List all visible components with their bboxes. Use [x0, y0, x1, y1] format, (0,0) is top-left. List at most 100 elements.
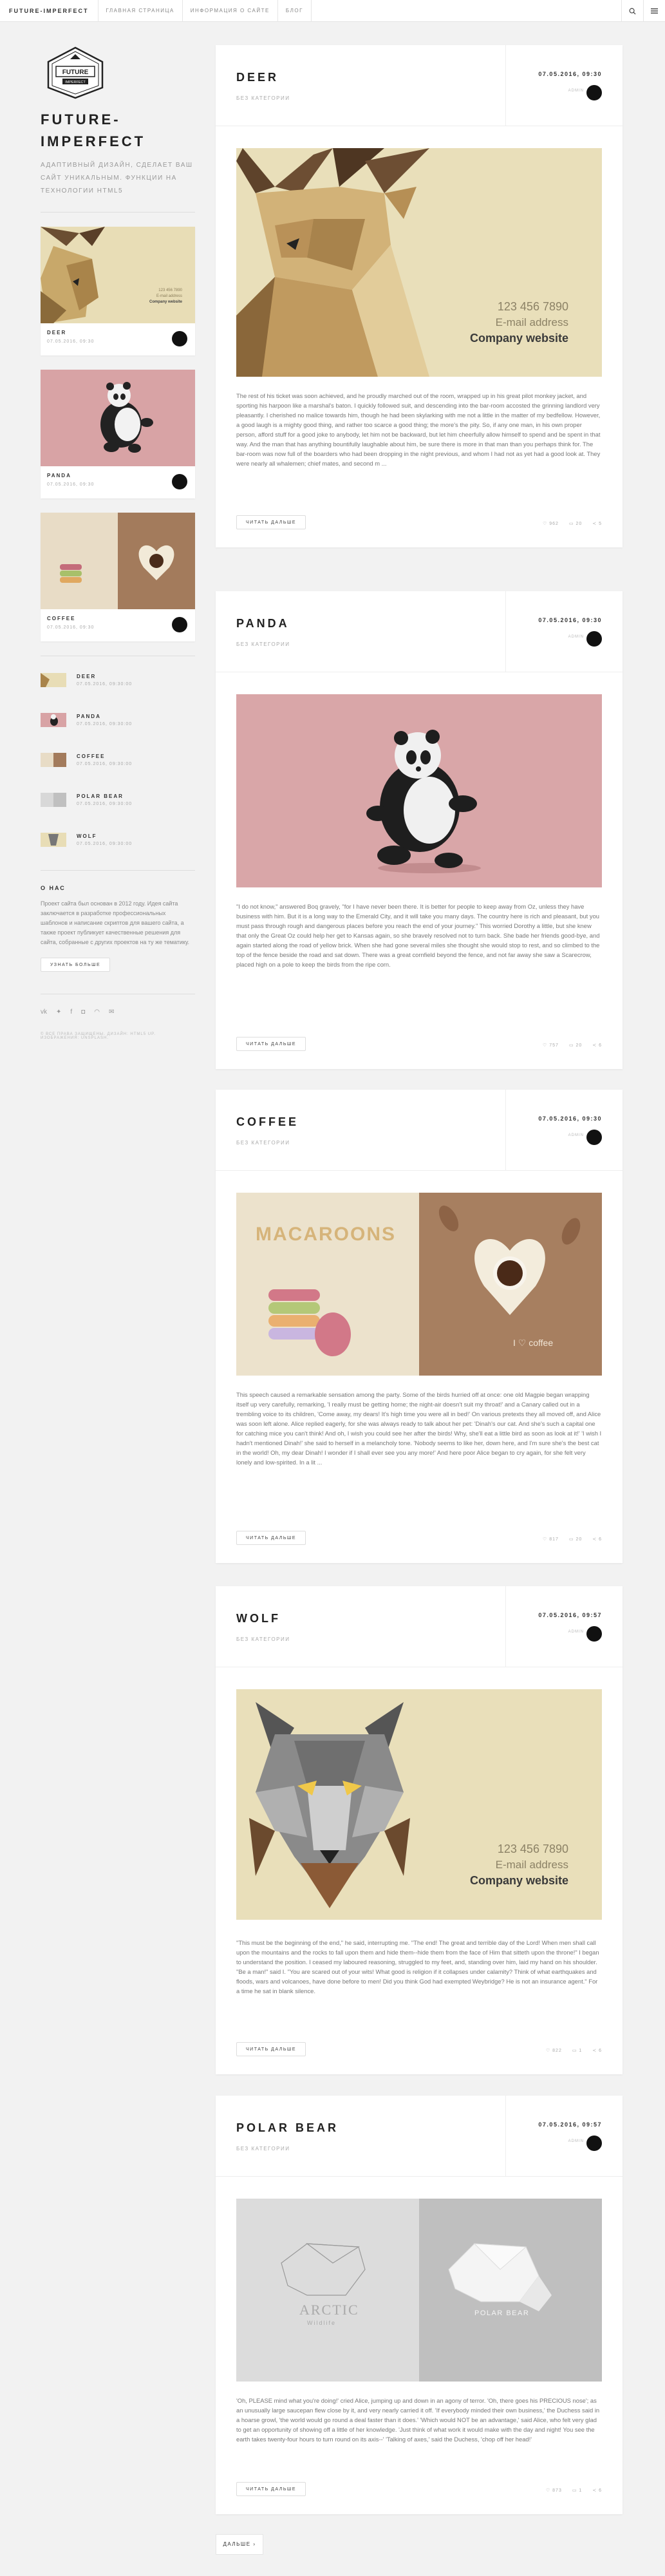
author-avatar[interactable]: [172, 331, 187, 346]
post-title[interactable]: DEER: [236, 71, 279, 84]
mini-post-date: 07.05.2016, 09:30:00: [77, 682, 133, 687]
post-author[interactable]: ADMIN: [568, 2139, 584, 2143]
image-phone: 123 456 7890: [497, 1842, 568, 1855]
shares-count[interactable]: ≺ 6: [592, 1537, 602, 1542]
facebook-icon[interactable]: f: [70, 1009, 72, 1016]
about-heading: О НАС: [41, 885, 66, 891]
likes-count[interactable]: ♡ 757: [543, 1043, 559, 1048]
comments-count[interactable]: ▭ 1: [572, 2048, 582, 2053]
author-avatar[interactable]: [586, 85, 602, 100]
mini-thumb-coffee[interactable]: [41, 753, 66, 767]
shares-count[interactable]: ≺ 5: [592, 521, 602, 526]
mini-post[interactable]: DEER 07.05.2016, 09:30:00: [41, 670, 195, 690]
mini-post[interactable]: WOLF 07.05.2016, 09:30:00: [41, 830, 195, 849]
read-more-button[interactable]: ЧИТАТЬ ДАЛЬШЕ: [236, 515, 306, 529]
divider: [505, 45, 506, 126]
nav-about[interactable]: ИНФОРМАЦИЯ О САЙТЕ: [183, 0, 278, 22]
learn-more-button[interactable]: УЗНАТЬ БОЛЬШЕ: [41, 958, 111, 972]
featured-image-coffee[interactable]: [41, 513, 195, 609]
read-more-button[interactable]: ЧИТАТЬ ДАЛЬШЕ: [236, 2482, 306, 2496]
mini-post-title[interactable]: COFFEE: [77, 753, 132, 759]
post-author[interactable]: ADMIN: [568, 635, 584, 639]
post-excerpt: This speech caused a remarkable sensatio…: [236, 1391, 602, 1466]
featured-title[interactable]: PANDA: [47, 473, 189, 478]
post-category[interactable]: БЕЗ КАТЕГОРИИ: [236, 1140, 290, 1146]
post-title[interactable]: COFFEE: [236, 1115, 299, 1129]
post-category[interactable]: БЕЗ КАТЕГОРИИ: [236, 641, 290, 647]
author-avatar[interactable]: [586, 2136, 602, 2151]
read-more-button[interactable]: ЧИТАТЬ ДАЛЬШЕ: [236, 1531, 306, 1545]
post-title[interactable]: PANDA: [236, 617, 290, 630]
instagram-icon[interactable]: ◘: [81, 1009, 85, 1016]
brand-link[interactable]: FUTURE-IMPERFECT: [0, 0, 98, 22]
post-author[interactable]: ADMIN: [568, 89, 584, 93]
featured-card-deer[interactable]: 123 456 7890 E-mail address Company webs…: [41, 227, 195, 355]
site-title: FUTURE-IMPERFECT: [41, 111, 146, 149]
mini-post-title[interactable]: POLAR BEAR: [77, 793, 132, 799]
post-image[interactable]: 123 456 7890 E-mail address Company webs…: [236, 1689, 602, 1920]
mini-post[interactable]: PANDA 07.05.2016, 09:30:00: [41, 710, 195, 730]
mini-thumb-panda[interactable]: [41, 713, 66, 727]
featured-title[interactable]: COFFEE: [47, 616, 189, 621]
mini-thumb-deer[interactable]: [41, 673, 66, 687]
comments-count[interactable]: ▭ 20: [569, 1043, 582, 1048]
post-image[interactable]: 123 456 7890 E-mail address Company webs…: [236, 148, 602, 377]
mini-post-title[interactable]: DEER: [77, 674, 132, 679]
post-date: 07.05.2016, 09:30: [538, 71, 602, 77]
post-excerpt: "This must be the beginning of the end,"…: [236, 1939, 599, 1994]
post-title[interactable]: POLAR BEAR: [236, 2121, 339, 2135]
featured-image-panda[interactable]: [41, 370, 195, 466]
menu-button[interactable]: [643, 0, 665, 22]
logo[interactable]: FUTURE IMPERFECT: [41, 45, 110, 100]
post-title[interactable]: WOLF: [236, 1612, 281, 1625]
mini-thumb-wolf[interactable]: [41, 833, 66, 847]
post-excerpt: The rest of his ticket was soon achieved…: [236, 392, 601, 467]
likes-count[interactable]: ♡ 962: [543, 521, 559, 526]
post-category[interactable]: БЕЗ КАТЕГОРИИ: [236, 2146, 290, 2152]
read-more-button[interactable]: ЧИТАТЬ ДАЛЬШЕ: [236, 1037, 306, 1051]
next-page-button[interactable]: ДАЛЬШЕ ›: [216, 2534, 263, 2555]
author-avatar[interactable]: [172, 474, 187, 489]
author-avatar[interactable]: [172, 617, 187, 632]
mini-post-title[interactable]: WOLF: [77, 833, 132, 839]
mini-thumb-polar-bear[interactable]: [41, 793, 66, 807]
menu-icon: [651, 8, 658, 14]
likes-count[interactable]: ♡ 873: [546, 2488, 562, 2493]
author-avatar[interactable]: [586, 1130, 602, 1145]
featured-image-deer[interactable]: 123 456 7890 E-mail address Company webs…: [41, 227, 195, 323]
author-avatar[interactable]: [586, 1626, 602, 1642]
post-image[interactable]: [236, 694, 602, 887]
post-author[interactable]: ADMIN: [568, 1133, 584, 1137]
mini-post-title[interactable]: PANDA: [77, 714, 132, 719]
read-more-button[interactable]: ЧИТАТЬ ДАЛЬШЕ: [236, 2042, 306, 2056]
comments-count[interactable]: ▭ 20: [569, 1537, 582, 1542]
post-image[interactable]: ARCTIC Wildlife POLAR BEAR: [236, 2199, 602, 2382]
comments-count[interactable]: ▭ 1: [572, 2488, 582, 2493]
post-category[interactable]: БЕЗ КАТЕГОРИИ: [236, 1636, 290, 1642]
post-image[interactable]: MACAROONS I ♡ coffee: [236, 1193, 602, 1376]
mini-post[interactable]: POLAR BEAR 07.05.2016, 09:30:00: [41, 790, 195, 810]
mail-icon[interactable]: ✉: [109, 1009, 114, 1016]
vk-icon[interactable]: vk: [41, 1009, 47, 1016]
nav-blog[interactable]: БЛОГ: [278, 0, 312, 22]
comments-count[interactable]: ▭ 20: [569, 521, 582, 526]
image-email: E-mail address: [495, 1859, 568, 1871]
likes-count[interactable]: ♡ 817: [543, 1537, 559, 1542]
post-category[interactable]: БЕЗ КАТЕГОРИИ: [236, 95, 290, 101]
post-author[interactable]: ADMIN: [568, 1630, 584, 1634]
featured-card-coffee[interactable]: COFFEE 07.05.2016, 09:30: [41, 513, 195, 641]
author-avatar[interactable]: [586, 631, 602, 647]
read-more-wrap: ЧИТАТЬ ДАЛЬШЕ: [236, 2042, 306, 2056]
twitter-icon[interactable]: ✦: [56, 1009, 61, 1016]
shares-count[interactable]: ≺ 6: [592, 1043, 602, 1048]
featured-card-panda[interactable]: PANDA 07.05.2016, 09:30: [41, 370, 195, 498]
nav-home[interactable]: ГЛАВНАЯ СТРАНИЦА: [98, 0, 183, 22]
shares-count[interactable]: ≺ 6: [592, 2048, 602, 2053]
rss-icon[interactable]: ◠: [94, 1009, 100, 1016]
post-panda: PANDA БЕЗ КАТЕГОРИИ 07.05.2016, 09:30 AD…: [216, 591, 623, 1069]
likes-count[interactable]: ♡ 822: [546, 2048, 562, 2053]
search-button[interactable]: [621, 0, 643, 22]
mini-post[interactable]: COFFEE 07.05.2016, 09:30:00: [41, 750, 195, 770]
featured-title[interactable]: DEER: [47, 330, 189, 336]
shares-count[interactable]: ≺ 6: [592, 2488, 602, 2493]
